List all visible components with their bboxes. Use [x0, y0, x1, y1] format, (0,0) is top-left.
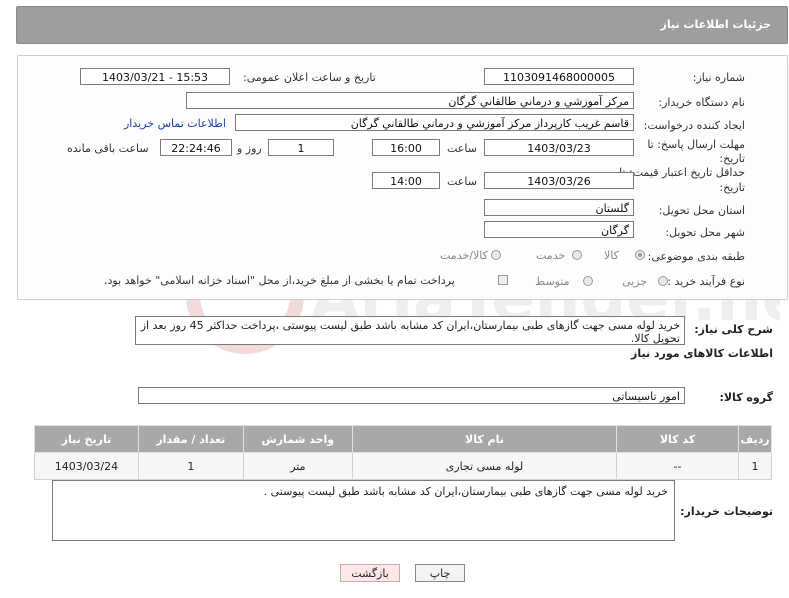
buyer-notes-label: توضیحات خریدار: — [680, 505, 773, 518]
goods-group-field: امور تاسیساتی — [138, 387, 685, 404]
remaining-time-label: ساعت باقی مانده — [67, 142, 149, 155]
buyer-org-label: نام دستگاه خریدار: — [658, 96, 745, 109]
back-button[interactable]: بازگشت — [340, 564, 400, 582]
price-validity-time-label: ساعت — [447, 175, 477, 188]
reply-deadline-label: مهلت ارسال پاسخ: تا — [647, 138, 745, 151]
col-unit: واحد شمارش — [242, 425, 353, 453]
remaining-time-field: 22:24:46 — [160, 139, 232, 156]
announce-datetime-label: تاریخ و ساعت اعلان عمومی: — [243, 71, 376, 84]
cell-quantity: 1 — [137, 452, 244, 480]
col-goods-code: کد کالا — [615, 425, 739, 453]
category-goods-label: کالا — [604, 249, 619, 262]
delivery-province-field: گلستان — [484, 199, 634, 216]
table-header-row: تاریخ نیاز تعداد / مقدار واحد شمارش نام … — [34, 425, 773, 453]
price-validity-label: حداقل تاریخ اعتبار قیمت: تا — [619, 166, 745, 179]
category-goods-radio[interactable] — [635, 250, 645, 260]
delivery-city-field: گرگان — [484, 221, 634, 238]
col-need-date: تاریخ نیاز — [34, 425, 139, 453]
announce-datetime-field: 1403/03/21 - 15:53 — [80, 68, 230, 85]
treasury-payment-note: پرداخت تمام یا بخشی از مبلغ خرید،از محل … — [104, 274, 455, 287]
col-quantity: تعداد / مقدار — [137, 425, 244, 453]
buyer-contact-link[interactable]: اطلاعات تماس خریدار — [124, 117, 226, 130]
category-label: طبقه بندی موضوعی: — [647, 250, 745, 263]
need-number-label: شماره نیاز: — [692, 71, 745, 84]
buyer-org-field: مرکز آموزشي و درماني طالقاني گرگان — [186, 92, 634, 109]
requester-field: قاسم غريب كارپرداز مرکز آموزشي و درماني … — [235, 114, 634, 131]
goods-info-title: اطلاعات کالاهای مورد نیاز — [631, 347, 773, 360]
process-minor-label: جزیی — [622, 275, 648, 288]
reply-days-field: 1 — [268, 139, 334, 156]
page-header: جزئیات اطلاعات نیاز — [16, 6, 788, 44]
col-row: ردیف — [737, 425, 773, 453]
price-validity-date-field: 1403/03/26 — [484, 172, 634, 189]
category-goods-service-label: کالا/خدمت — [440, 249, 488, 262]
buyer-notes-field: خرید لوله مسی جهت گازهای طبی بیمارستان،ا… — [52, 480, 675, 541]
requester-label: ایجاد کننده درخواست: — [643, 119, 745, 132]
price-validity-label-2: تاریخ: — [719, 181, 745, 194]
reply-date-field: 1403/03/23 — [484, 139, 634, 156]
table-row: 1403/03/24 1 متر لوله مسی تجاری -- 1 — [34, 452, 773, 480]
cell-row: 1 — [737, 452, 773, 480]
process-medium-label: متوسط — [535, 275, 570, 288]
category-service-radio[interactable] — [572, 250, 582, 260]
reply-deadline-label-2: تاریخ: — [719, 152, 745, 165]
category-service-label: خدمت — [536, 249, 566, 262]
need-number-field: 1103091468000005 — [484, 68, 634, 85]
goods-table: تاریخ نیاز تعداد / مقدار واحد شمارش نام … — [34, 425, 773, 480]
purchase-process-label: نوع فرآیند خرید : — [667, 275, 745, 288]
print-button[interactable]: چاپ — [415, 564, 465, 582]
reply-time-field: 16:00 — [372, 139, 440, 156]
process-minor-radio[interactable] — [658, 276, 668, 286]
goods-group-label: گروه کالا: — [719, 391, 773, 404]
cell-goods-name: لوله مسی تجاری — [351, 452, 617, 480]
reply-days-label: روز و — [237, 142, 262, 155]
price-validity-time-field: 14:00 — [372, 172, 440, 189]
category-goods-service-radio[interactable] — [491, 250, 501, 260]
cell-goods-code: -- — [615, 452, 739, 480]
delivery-province-label: استان محل تحویل: — [658, 204, 745, 217]
cell-need-date: 1403/03/24 — [34, 452, 139, 480]
treasury-payment-checkbox[interactable] — [498, 275, 508, 285]
description-field: خرید لوله مسی جهت گازهای طبی بیمارستان،ا… — [135, 316, 685, 345]
cell-unit: متر — [242, 452, 353, 480]
page-title: جزئیات اطلاعات نیاز — [660, 18, 772, 31]
description-label: شرح کلی نیاز: — [694, 323, 773, 336]
delivery-city-label: شهر محل تحویل: — [665, 226, 745, 239]
col-goods-name: نام کالا — [351, 425, 617, 453]
process-medium-radio[interactable] — [583, 276, 593, 286]
reply-time-label: ساعت — [447, 142, 477, 155]
